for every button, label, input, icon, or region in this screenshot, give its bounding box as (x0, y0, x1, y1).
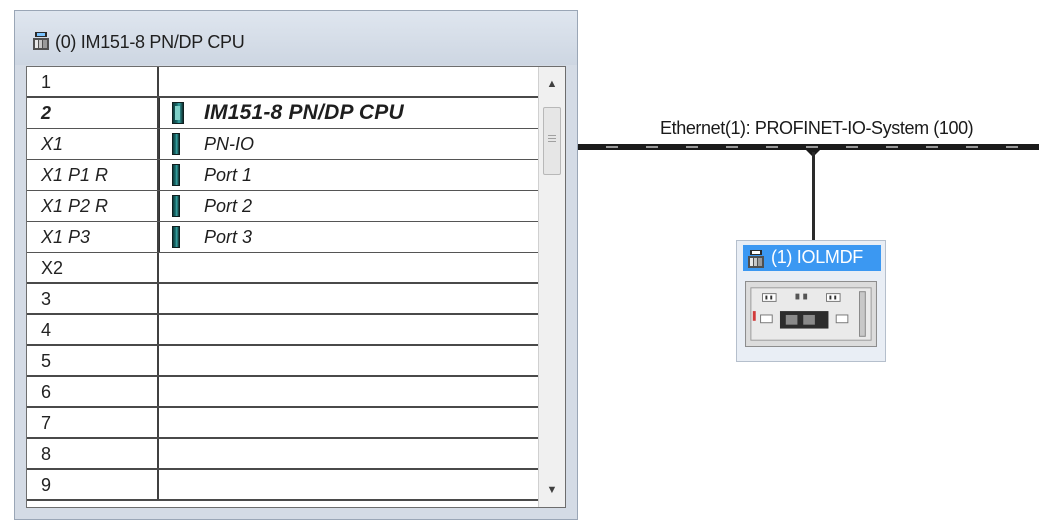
slot-cell: X1 P3 (27, 222, 159, 252)
rack-title-bar: (0) IM151-8 PN/DP CPU (15, 11, 577, 65)
device-drop-line (812, 152, 815, 240)
table-row[interactable]: 2 IM151-8 PN/DP CPU (27, 98, 538, 129)
table-row[interactable]: X1 P1 R Port 1 (27, 160, 538, 191)
module-label: Port 3 (204, 227, 253, 247)
station-icon (748, 250, 764, 268)
module-cell[interactable]: Port 3 (159, 222, 538, 252)
rack-window[interactable]: (0) IM151-8 PN/DP CPU 1 2 IM151-8 PN/DP … (14, 10, 578, 520)
module-cell[interactable] (159, 408, 538, 437)
slot-cell: 2 (27, 98, 159, 128)
device-image-icon (745, 281, 877, 347)
table-row[interactable]: X1 P3 Port 3 (27, 222, 538, 253)
rack-title: (0) IM151-8 PN/DP CPU (55, 32, 245, 52)
module-cell[interactable]: Port 1 (159, 160, 538, 190)
slot-cell: 4 (27, 315, 159, 344)
table-row[interactable]: 8 (27, 439, 538, 470)
table-row[interactable]: 3 (27, 284, 538, 315)
device-header[interactable]: (1) IOLMDF (743, 245, 881, 271)
slot-cell: 1 (27, 67, 159, 96)
slot-cell: 7 (27, 408, 159, 437)
slot-cell: X1 (27, 129, 159, 159)
table-row[interactable]: 1 (27, 67, 538, 98)
module-icon (172, 133, 180, 155)
table-row[interactable]: X1 PN-IO (27, 129, 538, 160)
slot-cell: 9 (27, 470, 159, 499)
module-cell[interactable] (159, 346, 538, 375)
slot-cell: 5 (27, 346, 159, 375)
vertical-scrollbar[interactable]: ▲ ▼ (538, 67, 565, 507)
table-row[interactable]: 5 (27, 346, 538, 377)
module-label: Port 2 (204, 196, 253, 216)
table-row[interactable]: X2 (27, 253, 538, 284)
io-device-iolmdf[interactable]: (1) IOLMDF (736, 240, 886, 362)
module-cell[interactable] (159, 470, 538, 499)
table-row[interactable]: 4 (27, 315, 538, 346)
module-cell[interactable]: IM151-8 PN/DP CPU (159, 98, 538, 128)
slot-cell: 8 (27, 439, 159, 468)
table-row[interactable]: 7 (27, 408, 538, 439)
table-row[interactable]: 6 (27, 377, 538, 408)
slot-cell: X1 P2 R (27, 191, 159, 221)
module-icon (172, 164, 180, 186)
module-icon (172, 226, 180, 248)
module-icon (172, 195, 180, 217)
module-cell[interactable] (159, 67, 538, 96)
grip-icon (548, 135, 556, 144)
table-row[interactable]: 9 (27, 470, 538, 501)
ethernet-bus-label: Ethernet(1): PROFINET-IO-System (100) (660, 118, 974, 138)
device-title: (1) IOLMDF (771, 247, 864, 267)
chevron-down-icon[interactable]: ▼ (539, 479, 565, 501)
module-cell[interactable] (159, 284, 538, 313)
module-cell[interactable]: PN-IO (159, 129, 538, 159)
module-label: IM151-8 PN/DP CPU (204, 101, 404, 124)
station-icon (33, 32, 49, 50)
chevron-up-icon[interactable]: ▲ (539, 73, 565, 95)
slot-cell: 6 (27, 377, 159, 406)
module-label: Port 1 (204, 165, 253, 185)
slot-cell: X1 P1 R (27, 160, 159, 190)
module-icon (172, 102, 184, 124)
rack-table[interactable]: 1 2 IM151-8 PN/DP CPU X1 PN-IO X1 P1 R P… (26, 66, 566, 508)
module-cell[interactable] (159, 253, 538, 282)
module-cell[interactable] (159, 439, 538, 468)
slot-cell: X2 (27, 253, 159, 282)
module-cell[interactable] (159, 377, 538, 406)
slot-cell: 3 (27, 284, 159, 313)
table-row[interactable]: X1 P2 R Port 2 (27, 191, 538, 222)
scroll-thumb[interactable] (543, 107, 561, 175)
rack-rows: 1 2 IM151-8 PN/DP CPU X1 PN-IO X1 P1 R P… (27, 67, 538, 501)
module-label: PN-IO (204, 134, 255, 154)
module-cell[interactable]: Port 2 (159, 191, 538, 221)
module-cell[interactable] (159, 315, 538, 344)
